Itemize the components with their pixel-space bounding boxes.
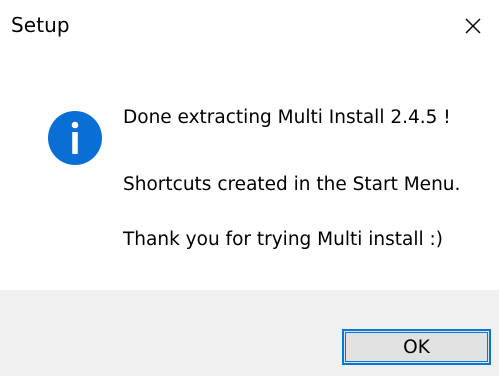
- ok-button[interactable]: OK: [342, 329, 491, 365]
- message-area: Done extracting Multi Install 2.4.5 ! Sh…: [0, 52, 499, 285]
- info-icon: [47, 110, 103, 166]
- close-button[interactable]: [447, 0, 499, 52]
- message-line-thanks: Thank you for trying Multi install :): [123, 229, 443, 250]
- setup-dialog: Setup Done extracting Multi Install 2.4.…: [0, 0, 499, 376]
- ok-button-label: OK: [403, 336, 430, 358]
- message-line-shortcuts: Shortcuts created in the Start Menu.: [123, 174, 461, 195]
- window-title: Setup: [11, 13, 70, 37]
- message-line-extract: Done extracting Multi Install 2.4.5 !: [123, 107, 451, 128]
- close-icon: [464, 17, 482, 35]
- button-bar: OK: [0, 290, 499, 376]
- title-bar: Setup: [0, 0, 499, 52]
